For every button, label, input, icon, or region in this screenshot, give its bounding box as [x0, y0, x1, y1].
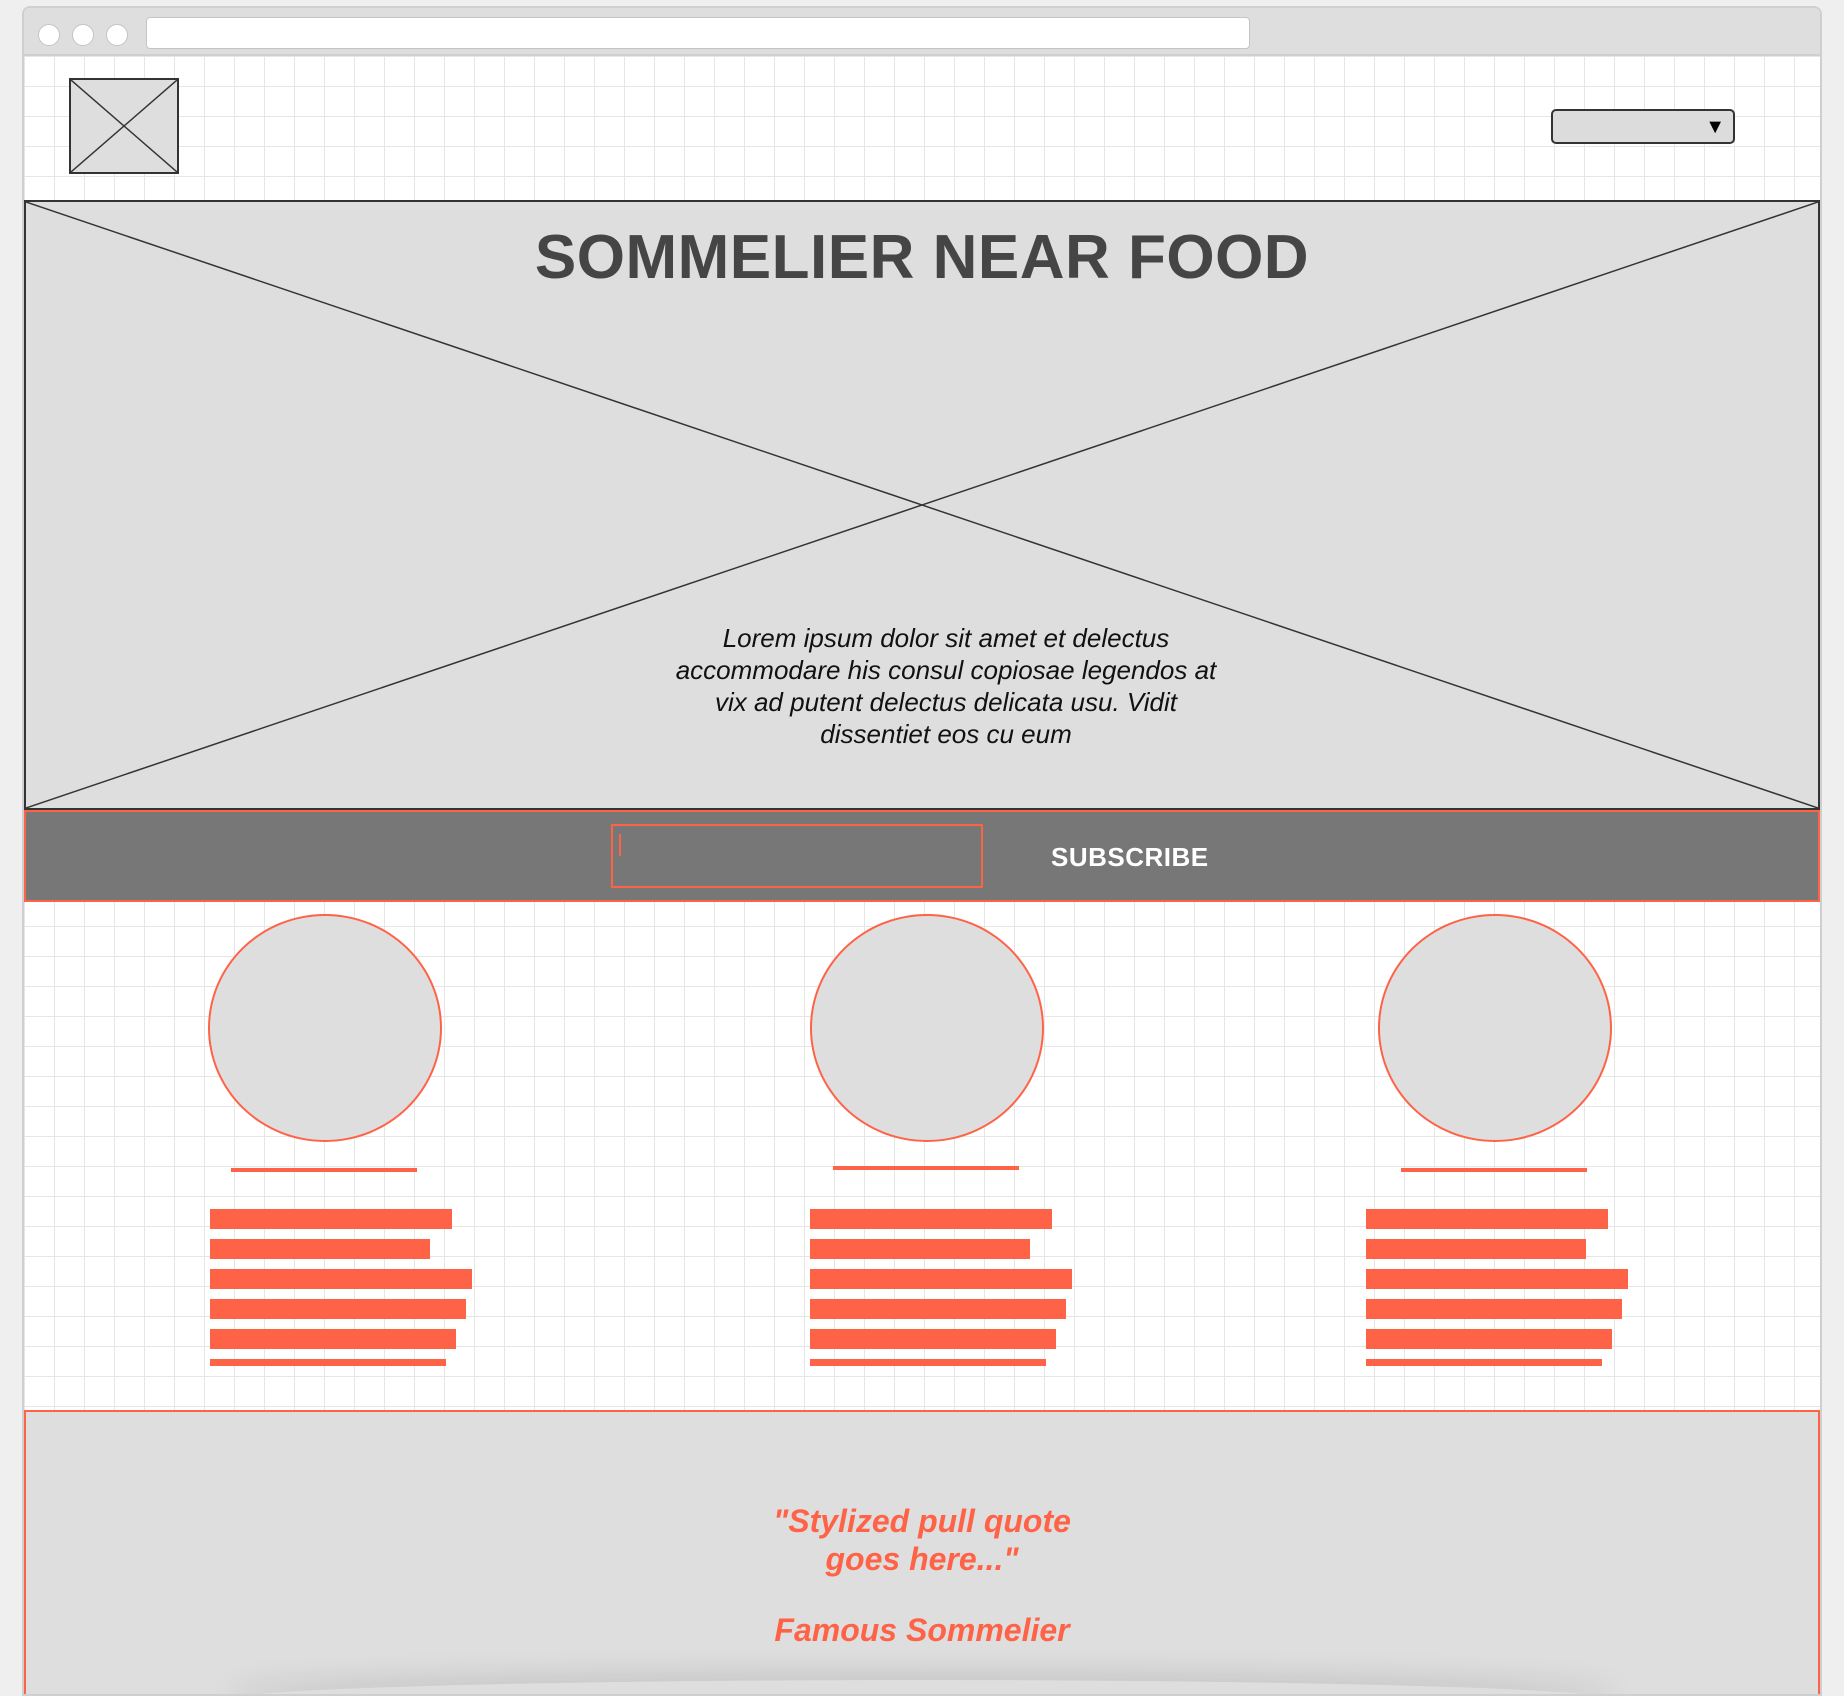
avatar[interactable]	[1378, 914, 1612, 1142]
text-line	[810, 1269, 1072, 1289]
text-line	[1366, 1299, 1622, 1319]
text-line	[210, 1329, 456, 1349]
subscribe-button[interactable]: SUBSCRIBE	[1031, 834, 1229, 880]
hero-body-text: Lorem ipsum dolor sit amet et delectus a…	[675, 623, 1217, 749]
text-line	[1366, 1269, 1628, 1289]
subscribe-bar: SUBSCRIBE	[24, 810, 1820, 902]
nav-dropdown-select[interactable]: ▼	[1551, 109, 1735, 144]
text-line	[210, 1359, 446, 1366]
quote-author: Famous Sommelier	[774, 1612, 1070, 1648]
text-line	[210, 1299, 466, 1319]
name-line	[1401, 1168, 1587, 1172]
text-line	[810, 1209, 1052, 1229]
team-card	[202, 914, 502, 1366]
pull-quote-section: "Stylized pull quote goes here..." Famou…	[24, 1410, 1820, 1694]
browser-titlebar	[24, 8, 1820, 56]
text-cursor	[619, 834, 621, 856]
avatar[interactable]	[208, 914, 442, 1142]
email-field-wrapper	[611, 824, 983, 888]
text-line	[810, 1299, 1066, 1319]
avatar[interactable]	[810, 914, 1044, 1142]
window-minimize-dot[interactable]	[72, 24, 94, 46]
text-line	[810, 1329, 1056, 1349]
team-card	[810, 914, 1116, 1366]
section-shadow	[226, 1680, 1618, 1694]
text-line	[210, 1209, 452, 1229]
text-line	[810, 1239, 1030, 1259]
logo-image-placeholder-icon[interactable]	[69, 78, 179, 174]
text-line	[810, 1359, 1046, 1366]
name-line	[833, 1166, 1019, 1170]
url-bar[interactable]	[146, 17, 1250, 49]
hero-banner: SOMMELIER NEAR FOOD Lorem ipsum dolor si…	[24, 200, 1820, 810]
text-line	[1366, 1209, 1608, 1229]
pull-quote-text: "Stylized pull quote goes here..."	[773, 1503, 1071, 1577]
text-line	[210, 1239, 430, 1259]
text-line	[1366, 1239, 1586, 1259]
text-line	[1366, 1359, 1602, 1366]
team-card	[1346, 914, 1646, 1366]
text-line	[210, 1269, 472, 1289]
text-line	[1366, 1329, 1612, 1349]
email-field[interactable]	[611, 824, 983, 888]
hero-title: SOMMELIER NEAR FOOD	[534, 223, 1310, 292]
window-close-dot[interactable]	[38, 24, 60, 46]
browser-window: ▼ SOMMELIER NEAR FOOD Lorem ipsum dolor …	[22, 6, 1822, 1696]
page-content: ▼ SOMMELIER NEAR FOOD Lorem ipsum dolor …	[24, 56, 1820, 1694]
name-line	[231, 1168, 417, 1172]
window-maximize-dot[interactable]	[106, 24, 128, 46]
chevron-down-icon: ▼	[1705, 116, 1725, 138]
